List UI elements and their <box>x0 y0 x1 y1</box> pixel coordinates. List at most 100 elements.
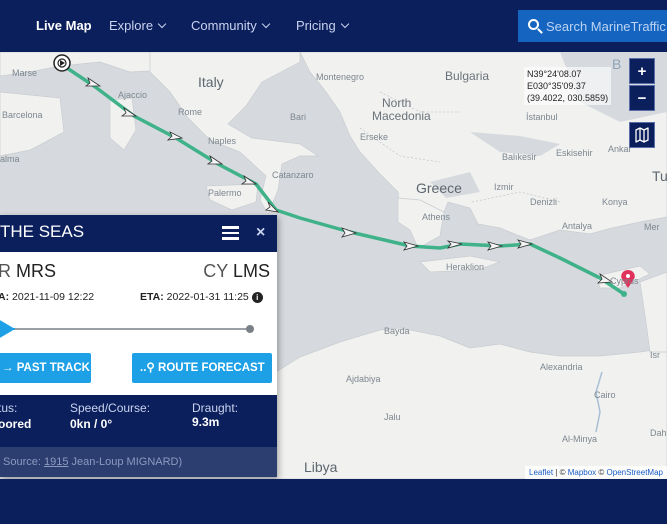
map-label-marseille: Marse <box>12 68 38 78</box>
nav-explore-label: Explore <box>109 18 154 33</box>
past-track-label: PAST TRACK <box>16 362 90 374</box>
map-label-ajaccio: Ajaccio <box>118 90 148 100</box>
status-value: oored <box>0 417 32 431</box>
map-label-macedonia: Macedonia <box>372 109 431 123</box>
source-prefix: Source: <box>3 456 44 468</box>
map-label-jalu: Jalu <box>384 412 401 422</box>
mapbox-link[interactable]: Mapbox <box>568 468 596 477</box>
route-forecast-button[interactable]: ..⚲ ROUTE FORECAST <box>132 353 272 383</box>
map-label-mer: Mer <box>644 222 660 232</box>
search-box[interactable]: Search MarineTraffic <box>518 10 667 42</box>
map-label-barcelona: Barcelona <box>2 110 43 120</box>
draught-value: 9.3m <box>192 415 220 429</box>
nav-pricing-label: Pricing <box>296 18 336 33</box>
map-label-ajdabiya: Ajdabiya <box>346 374 381 384</box>
nav-community-label: Community <box>191 18 257 33</box>
progress-arrow-icon <box>0 319 15 339</box>
map-label-palma: alma <box>0 154 20 164</box>
osm-link[interactable]: OpenStreetMap <box>607 468 663 477</box>
map-label-palermo: Palermo <box>208 188 242 198</box>
top-navigation: Live Map Explore Community Pricing Searc… <box>0 0 667 52</box>
vessel-info-panel: THE SEAS × R MRS CY LMS A: 2021-11-09 12… <box>0 215 277 477</box>
map-label-izmir: Izmir <box>494 182 514 192</box>
eta-value: 2022-01-31 11:25 <box>166 291 249 303</box>
vessel-stats: tus: oored Speed/Course: 0kn / 0° Draugh… <box>0 395 277 447</box>
map-label-denizli: Denizli <box>530 197 558 207</box>
map-label-rome: Rome <box>178 107 203 117</box>
eta-line: ETA: 2022-01-31 11:25 i <box>140 291 263 303</box>
nav-pricing[interactable]: Pricing <box>296 18 349 33</box>
map-icon <box>635 127 649 143</box>
nav-community[interactable]: Community <box>191 18 270 33</box>
chevron-down-icon <box>340 19 349 29</box>
map-label-bulgaria: Bulgaria <box>445 69 490 83</box>
past-track-button[interactable]: → PAST TRACK <box>0 353 91 383</box>
zoom-out-button[interactable]: − <box>629 85 655 111</box>
info-icon[interactable]: i <box>251 292 263 303</box>
map-label-erseke: Erseke <box>360 132 389 142</box>
panel-header: THE SEAS × <box>0 215 277 252</box>
map-label-bari: Bari <box>290 112 307 122</box>
source-author: Jean-Loup MIGNARD) <box>68 456 183 468</box>
map-label-catanzaro: Catanzaro <box>272 170 314 180</box>
photo-source: Source: 1915 Jean-Loup MIGNARD) <box>0 447 277 477</box>
map-label-cairo: Cairo <box>594 390 616 400</box>
speed-stat: Speed/Course: 0kn / 0° <box>70 401 150 431</box>
search-placeholder: Search MarineTraffic <box>546 19 666 34</box>
zoom-in-button[interactable]: + <box>629 58 655 84</box>
forecast-pin-icon: ..⚲ <box>140 362 159 374</box>
map-label-balikesir: Balıkesir <box>502 152 537 162</box>
map-label-north: North <box>382 96 412 110</box>
nav-explore[interactable]: Explore <box>109 18 167 33</box>
map-label-istanbul: İstanbul <box>526 112 558 122</box>
map-label-dah: Dah <box>650 428 667 438</box>
map-label-al-minya: Al-Minya <box>562 434 598 444</box>
status-label: tus: <box>0 401 18 415</box>
progress-end-dot <box>246 325 254 333</box>
map-label-athens: Athens <box>422 212 451 222</box>
map-layers-button[interactable] <box>629 122 655 148</box>
map-label-bayda: Bayda <box>384 326 410 336</box>
map-label-greece: Greece <box>416 180 462 196</box>
leaflet-link[interactable]: Leaflet <box>529 468 553 477</box>
menu-icon[interactable] <box>222 226 239 240</box>
status-stat: tus: oored <box>0 401 31 431</box>
map-label-antalya: Antalya <box>562 221 593 231</box>
draught-label: Draught: <box>192 401 239 415</box>
attribution-sep2: © <box>596 468 607 477</box>
source-link[interactable]: 1915 <box>44 456 68 468</box>
coordinates-readout: N39°24'08.07 E030°35'09.37 (39.4022, 030… <box>524 67 612 105</box>
destination-port: CY LMS <box>203 261 270 282</box>
atd-label: A: <box>0 291 10 303</box>
destination-country: CY <box>203 261 228 281</box>
destination-code: LMS <box>232 261 270 281</box>
speed-label: Speed/Course: <box>70 401 151 415</box>
map-label-cyprus: Cyprus <box>610 276 639 286</box>
departure-code: MRS <box>16 261 57 281</box>
close-icon[interactable]: × <box>256 224 265 242</box>
coord-decimal: (39.4022, 030.5859) <box>527 93 609 103</box>
track-arrow-icon: → <box>2 362 17 374</box>
coord-lon: E030°35'09.37 <box>527 81 586 91</box>
map-label-alexandria: Alexandria <box>540 362 583 372</box>
atd-line: A: 2021-11-09 12:22 <box>0 291 94 303</box>
map-label-heraklion: Heraklion <box>446 262 485 272</box>
map-label-montenegro: Montenegro <box>316 72 365 82</box>
route-forecast-label: ROUTE FORECAST <box>158 362 265 374</box>
nav-live-map[interactable]: Live Map <box>36 18 92 33</box>
vessel-name: THE SEAS <box>0 222 85 241</box>
map-canvas[interactable]: Italy Bulgaria Montenegro North Macedoni… <box>0 52 667 479</box>
atd-value: 2021-11-09 12:22 <box>12 291 95 303</box>
app-window: Live Map Explore Community Pricing Searc… <box>0 0 667 524</box>
attribution-sep1: | © <box>553 468 568 477</box>
search-icon <box>528 19 539 30</box>
map-label-b: B <box>612 56 622 72</box>
chevron-down-icon <box>157 19 167 29</box>
map-label-tu: Tu <box>652 168 667 184</box>
departure-port: R MRS <box>0 261 56 282</box>
draught-stat: Draught: 9.3m <box>192 401 238 429</box>
bottom-bar <box>0 479 667 524</box>
eta-label: ETA: <box>140 291 164 303</box>
chevron-down-icon <box>261 19 270 29</box>
map-label-konya: Konya <box>602 197 628 207</box>
